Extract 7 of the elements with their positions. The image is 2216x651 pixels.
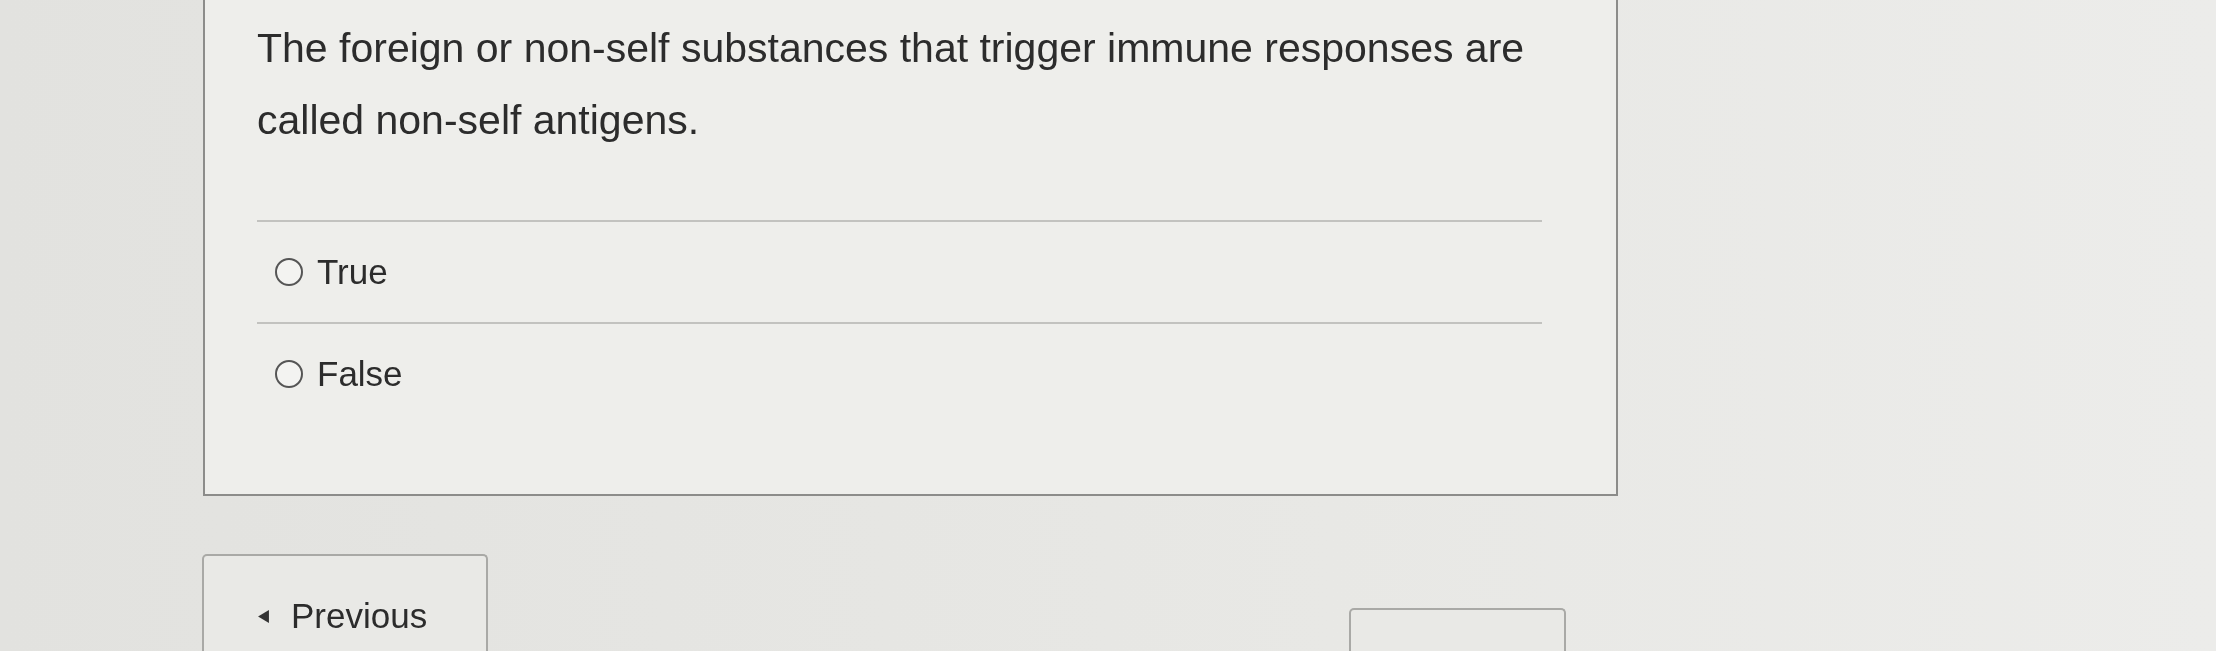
option-label[interactable]: True: [317, 252, 388, 292]
radio-button[interactable]: [275, 258, 303, 286]
question-text: The foreign or non-self substances that trigger immune responses are called non-self antigens.: [257, 24, 1526, 145]
option-label[interactable]: False: [317, 354, 403, 394]
previous-button[interactable]: Previous: [202, 554, 488, 651]
caret-icon: [258, 610, 269, 623]
radio-button[interactable]: [275, 360, 303, 388]
